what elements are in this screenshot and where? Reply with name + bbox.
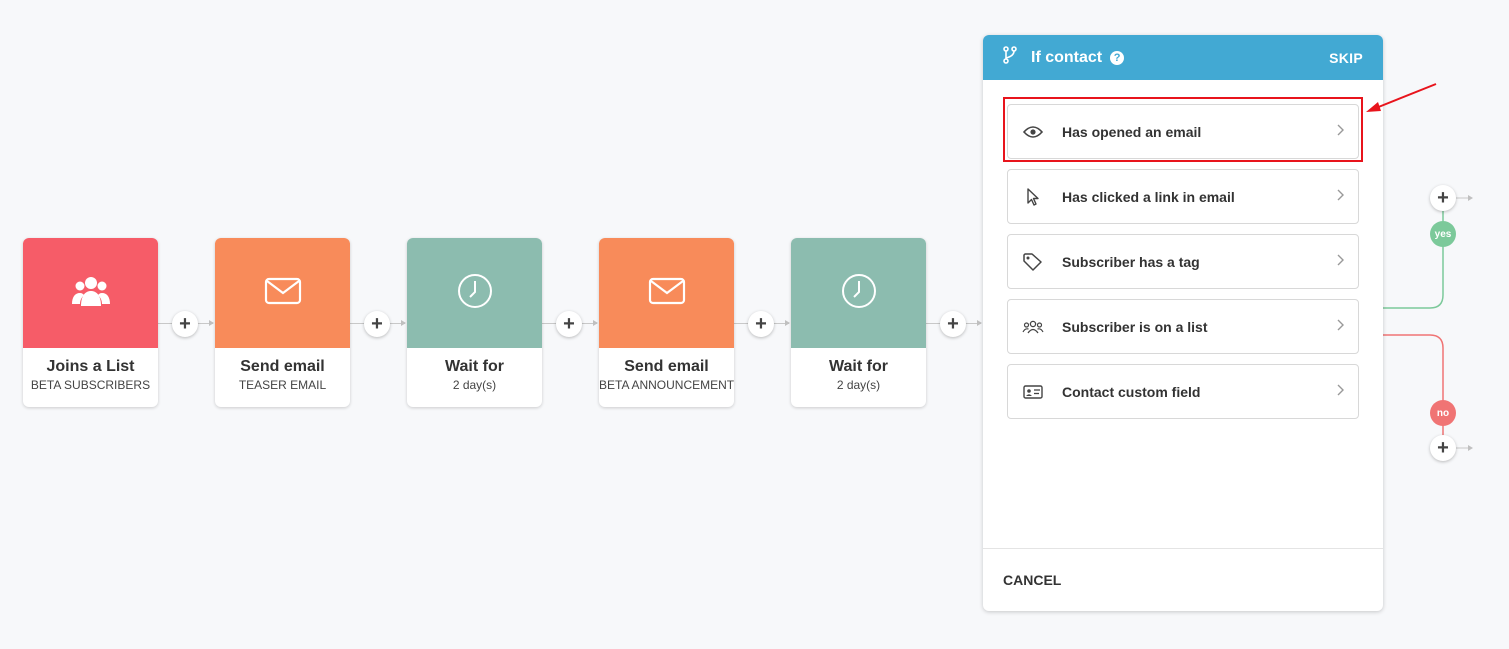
step-subtitle: BETA SUBSCRIBERS bbox=[30, 378, 151, 392]
users-icon bbox=[71, 274, 110, 313]
panel-title: If contact bbox=[1031, 48, 1103, 66]
add-step-button[interactable]: + bbox=[364, 311, 390, 337]
branch-icon bbox=[1003, 46, 1017, 69]
step-subtitle: 2 day(s) bbox=[836, 378, 881, 392]
option-subscriber-has-tag[interactable]: Subscriber has a tag bbox=[1007, 234, 1359, 289]
option-label: Subscriber is on a list bbox=[1062, 318, 1208, 335]
no-branch-badge: no bbox=[1430, 400, 1456, 426]
chevron-right-icon bbox=[1336, 383, 1344, 401]
connector-arrow bbox=[593, 320, 598, 326]
tag-icon bbox=[1022, 251, 1044, 273]
skip-button[interactable]: SKIP bbox=[1329, 50, 1363, 66]
step-title: Send email bbox=[240, 358, 325, 375]
option-contact-custom-field[interactable]: Contact custom field bbox=[1007, 364, 1359, 419]
add-no-step-button[interactable]: + bbox=[1430, 435, 1456, 461]
option-label: Has clicked a link in email bbox=[1062, 188, 1235, 205]
step-title: Wait for bbox=[445, 358, 504, 375]
connector-arrow bbox=[209, 320, 214, 326]
chevron-right-icon bbox=[1336, 253, 1344, 271]
add-step-button[interactable]: + bbox=[748, 311, 774, 337]
option-label: Subscriber has a tag bbox=[1062, 253, 1200, 270]
id-card-icon bbox=[1022, 381, 1044, 403]
step-card-header bbox=[215, 238, 350, 348]
step-card-wait[interactable]: Wait for 2 day(s) bbox=[791, 238, 926, 407]
panel-footer: CANCEL bbox=[983, 548, 1383, 611]
connector-arrow bbox=[785, 320, 790, 326]
envelope-icon bbox=[264, 277, 302, 310]
help-icon[interactable]: ? bbox=[1110, 50, 1125, 65]
step-card-wait[interactable]: Wait for 2 day(s) bbox=[407, 238, 542, 407]
step-card-send-email[interactable]: Send email TEASER EMAIL bbox=[215, 238, 350, 407]
connector-arrow bbox=[977, 320, 982, 326]
add-step-button[interactable]: + bbox=[172, 311, 198, 337]
add-step-button[interactable]: + bbox=[940, 311, 966, 337]
step-title: Send email bbox=[624, 358, 709, 375]
step-title: Joins a List bbox=[46, 358, 135, 375]
connector-arrow bbox=[401, 320, 406, 326]
clock-icon bbox=[457, 273, 493, 314]
envelope-icon bbox=[648, 277, 686, 310]
step-subtitle: 2 day(s) bbox=[452, 378, 497, 392]
annotation-arrow bbox=[1366, 83, 1437, 112]
step-card-send-email[interactable]: Send email BETA ANNOUNCEMENT bbox=[599, 238, 734, 407]
highlight-box bbox=[1003, 97, 1363, 162]
option-label: Contact custom field bbox=[1062, 383, 1201, 400]
cursor-icon bbox=[1022, 186, 1044, 208]
add-yes-step-button[interactable]: + bbox=[1430, 185, 1456, 211]
step-card-joins-list[interactable]: Joins a List BETA SUBSCRIBERS bbox=[23, 238, 158, 407]
chevron-right-icon bbox=[1336, 318, 1344, 336]
cancel-button[interactable]: CANCEL bbox=[1003, 572, 1061, 588]
add-step-button[interactable]: + bbox=[556, 311, 582, 337]
panel-header: If contact ? SKIP bbox=[983, 35, 1383, 80]
chevron-right-icon bbox=[1336, 188, 1344, 206]
step-card-header bbox=[23, 238, 158, 348]
step-card-header bbox=[791, 238, 926, 348]
option-subscriber-on-list[interactable]: Subscriber is on a list bbox=[1007, 299, 1359, 354]
step-title: Wait for bbox=[829, 358, 888, 375]
yes-branch-badge: yes bbox=[1430, 221, 1456, 247]
clock-icon bbox=[841, 273, 877, 314]
users-icon bbox=[1022, 316, 1044, 338]
step-card-header bbox=[599, 238, 734, 348]
option-has-clicked-link[interactable]: Has clicked a link in email bbox=[1007, 169, 1359, 224]
step-subtitle: BETA ANNOUNCEMENT bbox=[599, 378, 734, 392]
step-subtitle: TEASER EMAIL bbox=[238, 378, 327, 392]
step-card-header bbox=[407, 238, 542, 348]
